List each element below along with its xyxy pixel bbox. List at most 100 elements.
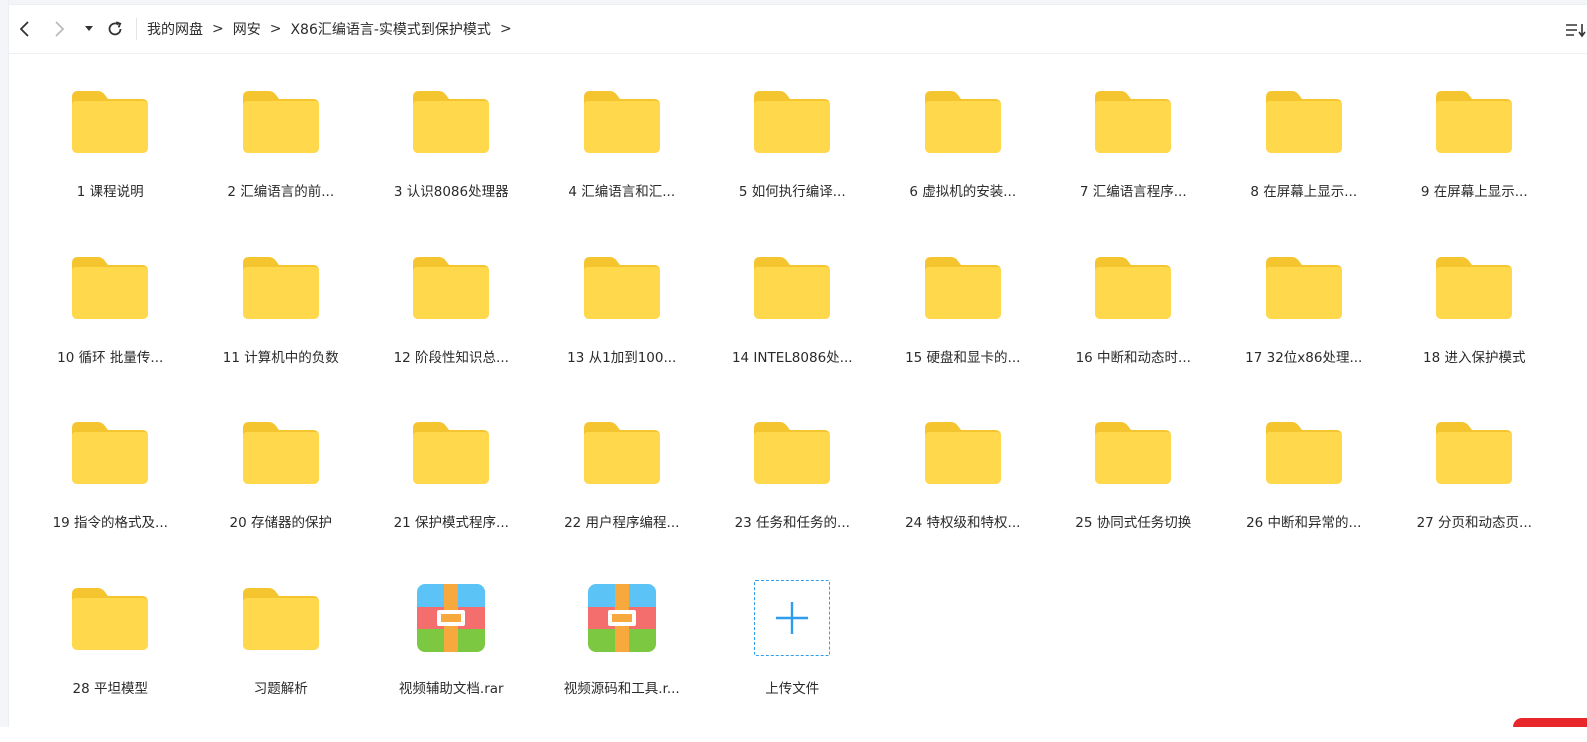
- folder-icon: [413, 89, 489, 153]
- folder-item[interactable]: 16 中断和动态时...: [1048, 246, 1219, 412]
- sort-button[interactable]: [1557, 13, 1587, 47]
- item-thumbnail: [410, 577, 492, 659]
- item-thumbnail: [240, 246, 322, 328]
- item-label: 23 任务和任务的...: [735, 511, 850, 531]
- item-label: 10 循环 批量传...: [57, 346, 163, 366]
- folder-item[interactable]: 10 循环 批量传...: [25, 246, 196, 412]
- item-thumbnail: [410, 411, 492, 493]
- breadcrumb-separator[interactable]: >: [500, 21, 512, 37]
- folder-item[interactable]: 24 特权级和特权...: [878, 411, 1049, 577]
- item-label: 习题解析: [254, 677, 308, 697]
- item-label: 1 课程说明: [77, 180, 144, 200]
- folder-icon: [72, 89, 148, 153]
- item-label: 6 虚拟机的安装...: [909, 180, 1016, 200]
- folder-icon: [413, 255, 489, 319]
- folder-item[interactable]: 5 如何执行编译...: [707, 80, 878, 246]
- item-thumbnail: [581, 246, 663, 328]
- item-label: 4 汇编语言和汇...: [568, 180, 675, 200]
- folder-item[interactable]: 23 任务和任务的...: [707, 411, 878, 577]
- folder-icon: [925, 89, 1001, 153]
- folder-item[interactable]: 21 保护模式程序...: [366, 411, 537, 577]
- item-thumbnail: [751, 411, 833, 493]
- history-dropdown-button[interactable]: [76, 12, 102, 46]
- folder-item[interactable]: 2 汇编语言的前...: [196, 80, 367, 246]
- item-label: 20 存储器的保护: [230, 511, 332, 531]
- folder-item[interactable]: 25 协同式任务切换: [1048, 411, 1219, 577]
- item-label: 19 指令的格式及...: [53, 511, 168, 531]
- breadcrumb-item-my-drive[interactable]: 我的网盘: [147, 19, 203, 39]
- folder-item[interactable]: 3 认识8086处理器: [366, 80, 537, 246]
- folder-item[interactable]: 4 汇编语言和汇...: [537, 80, 708, 246]
- folder-item[interactable]: 28 平坦模型: [25, 577, 196, 742]
- folder-item[interactable]: 11 计算机中的负数: [196, 246, 367, 412]
- archive-file-item[interactable]: 视频源码和工具.r...: [537, 577, 708, 742]
- archive-file-item[interactable]: 视频辅助文档.rar: [366, 577, 537, 742]
- item-label: 28 平坦模型: [73, 677, 148, 697]
- folder-item[interactable]: 14 INTEL8086处...: [707, 246, 878, 412]
- breadcrumb-item-current-folder[interactable]: X86汇编语言-实模式到保护模式: [290, 19, 490, 39]
- item-label: 3 认识8086处理器: [394, 180, 509, 200]
- folder-icon: [243, 255, 319, 319]
- item-label: 13 从1加到100...: [567, 346, 676, 366]
- item-thumbnail: [410, 246, 492, 328]
- folder-item[interactable]: 9 在屏幕上显示...: [1389, 80, 1560, 246]
- item-thumbnail: [751, 246, 833, 328]
- item-label: 27 分页和动态页...: [1417, 511, 1532, 531]
- folder-icon: [413, 420, 489, 484]
- folder-item[interactable]: 17 32位x86处理...: [1219, 246, 1390, 412]
- item-label: 16 中断和动态时...: [1076, 346, 1191, 366]
- folder-item[interactable]: 22 用户程序编程...: [537, 411, 708, 577]
- item-thumbnail: [1092, 80, 1174, 162]
- folder-item[interactable]: 20 存储器的保护: [196, 411, 367, 577]
- folder-icon: [1266, 255, 1342, 319]
- folder-item[interactable]: 18 进入保护模式: [1389, 246, 1560, 412]
- item-thumbnail: [1092, 411, 1174, 493]
- folder-item[interactable]: 19 指令的格式及...: [25, 411, 196, 577]
- folder-item[interactable]: 习题解析: [196, 577, 367, 742]
- folder-icon: [1095, 255, 1171, 319]
- folder-icon: [584, 420, 660, 484]
- item-label: 2 汇编语言的前...: [227, 180, 334, 200]
- folder-item[interactable]: 15 硬盘和显卡的...: [878, 246, 1049, 412]
- item-label: 9 在屏幕上显示...: [1421, 180, 1528, 200]
- folder-item[interactable]: 7 汇编语言程序...: [1048, 80, 1219, 246]
- breadcrumb-item-wangan[interactable]: 网安: [233, 19, 261, 39]
- item-label: 5 如何执行编译...: [739, 180, 846, 200]
- item-thumbnail: [922, 411, 1004, 493]
- folder-icon: [72, 420, 148, 484]
- item-thumbnail: [69, 577, 151, 659]
- item-thumbnail: [1433, 80, 1515, 162]
- folder-icon: [584, 255, 660, 319]
- notification-corner: [1513, 718, 1587, 727]
- upload-thumbnail: [751, 577, 833, 659]
- breadcrumb-separator: >: [270, 21, 282, 37]
- folder-item[interactable]: 8 在屏幕上显示...: [1219, 80, 1390, 246]
- item-thumbnail: [240, 577, 322, 659]
- forward-button[interactable]: [42, 12, 76, 46]
- upload-file-button[interactable]: 上传文件: [707, 577, 878, 742]
- folder-item[interactable]: 13 从1加到100...: [537, 246, 708, 412]
- back-button[interactable]: [8, 12, 42, 46]
- folder-item[interactable]: 1 课程说明: [25, 80, 196, 246]
- refresh-icon: [106, 20, 124, 38]
- folder-icon: [243, 586, 319, 650]
- folder-item[interactable]: 12 阶段性知识总...: [366, 246, 537, 412]
- item-label: 12 阶段性知识总...: [394, 346, 509, 366]
- item-label: 21 保护模式程序...: [394, 511, 509, 531]
- folder-item[interactable]: 27 分页和动态页...: [1389, 411, 1560, 577]
- item-thumbnail: [1263, 80, 1345, 162]
- folder-item[interactable]: 6 虚拟机的安装...: [878, 80, 1049, 246]
- plus-icon: [774, 600, 810, 636]
- folder-icon: [1095, 420, 1171, 484]
- sort-list-icon: [1565, 22, 1587, 38]
- item-thumbnail: [410, 80, 492, 162]
- item-label: 26 中断和异常的...: [1246, 511, 1361, 531]
- item-label: 8 在屏幕上显示...: [1250, 180, 1357, 200]
- item-label: 15 硬盘和显卡的...: [905, 346, 1020, 366]
- refresh-button[interactable]: [102, 12, 128, 46]
- item-thumbnail: [922, 246, 1004, 328]
- upload-label: 上传文件: [765, 677, 819, 697]
- folder-icon: [584, 89, 660, 153]
- folder-item[interactable]: 26 中断和异常的...: [1219, 411, 1390, 577]
- item-thumbnail: [240, 80, 322, 162]
